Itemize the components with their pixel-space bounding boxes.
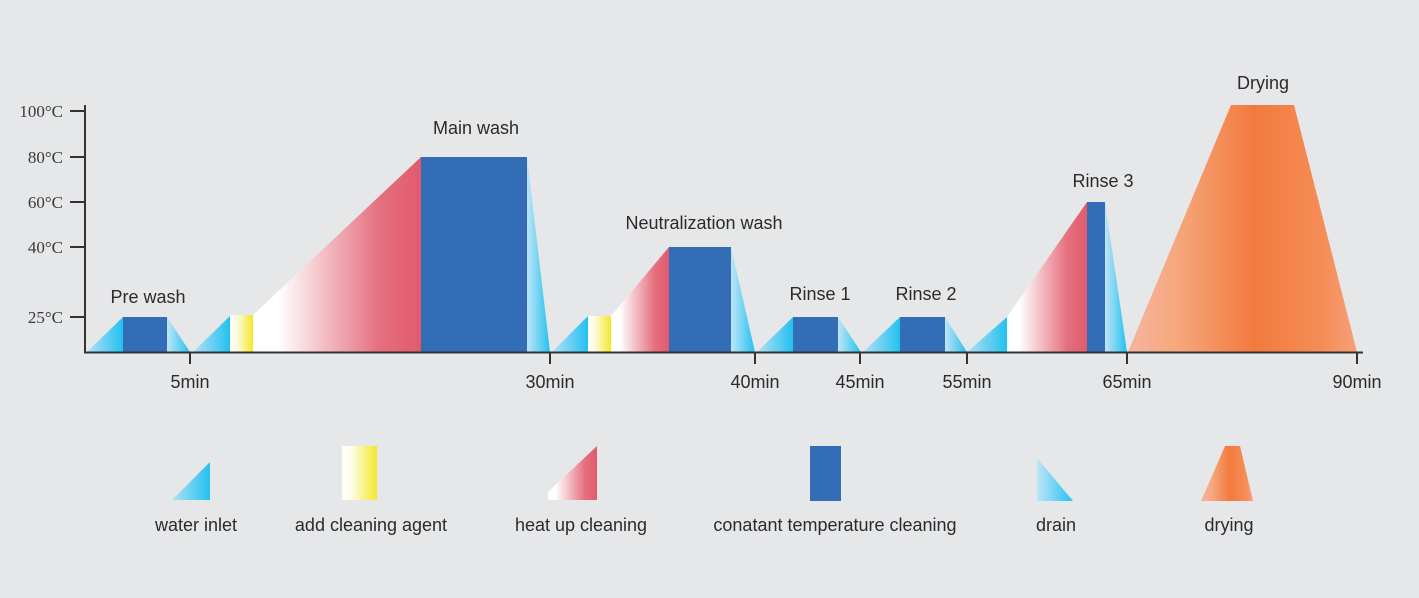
wash-cycle-diagram: 100°C 80°C 60°C 40°C 25°C 5min 30min 40min 45min… (19, 73, 1381, 535)
legend-label: add cleaning agent (295, 515, 447, 535)
y-tick-label: 80°C (28, 148, 63, 167)
legend-label: drain (1036, 515, 1076, 535)
cleaning-agent-shape (230, 315, 253, 352)
water-inlet-shape (757, 317, 793, 352)
x-tick-label: 55min (942, 372, 991, 392)
phase-label: Rinse 1 (789, 284, 850, 304)
constant-temp-icon (810, 446, 841, 501)
heat-up-shape (253, 157, 421, 352)
x-tick-label: 5min (170, 372, 209, 392)
constant-temp-block (123, 317, 167, 352)
constant-temp-block (900, 317, 945, 352)
legend-label: conatant temperature cleaning (713, 515, 956, 535)
cleaning-agent-shape (588, 316, 611, 352)
water-inlet-shape (87, 317, 123, 352)
y-tick-label: 40°C (28, 238, 63, 257)
water-inlet-shape (863, 317, 900, 352)
water-inlet-shape (552, 316, 588, 352)
y-tick-label: 100°C (19, 102, 63, 121)
phase-label: Neutralization wash (625, 213, 782, 233)
heat-up-shape (1007, 202, 1087, 352)
drain-shape (527, 157, 550, 352)
constant-temp-block (1087, 202, 1105, 352)
heat-up-icon (548, 446, 597, 500)
y-tick-label: 25°C (28, 308, 63, 327)
x-tick-label: 90min (1332, 372, 1381, 392)
water-inlet-shape (967, 317, 1007, 352)
phase-label: Rinse 2 (895, 284, 956, 304)
drying-shape (1128, 105, 1357, 352)
constant-temp-block (669, 247, 731, 352)
x-tick-label: 65min (1102, 372, 1151, 392)
drain-icon (1037, 458, 1073, 501)
drain-shape (945, 317, 967, 352)
x-tick-label: 40min (730, 372, 779, 392)
constant-temp-block (421, 157, 527, 352)
drying-icon (1201, 446, 1253, 501)
phase-label: Drying (1237, 73, 1289, 93)
phase-label: Pre wash (110, 287, 185, 307)
x-tick-label: 45min (835, 372, 884, 392)
drain-shape (167, 317, 190, 352)
phase-label: Rinse 3 (1072, 171, 1133, 191)
legend-label: drying (1204, 515, 1253, 535)
legend: water inlet add cleaning agent heat up cle… (154, 446, 1254, 535)
heat-up-shape (611, 247, 669, 352)
water-inlet-shape (193, 316, 230, 352)
x-tick-label: 30min (525, 372, 574, 392)
y-tick-label: 60°C (28, 193, 63, 212)
drain-shape (838, 317, 861, 352)
cleaning-agent-icon (342, 446, 377, 500)
constant-temp-block (793, 317, 838, 352)
drain-shape (1105, 202, 1127, 352)
drain-shape (731, 247, 755, 352)
legend-label: heat up cleaning (515, 515, 647, 535)
legend-label: water inlet (154, 515, 237, 535)
phase-label: Main wash (433, 118, 519, 138)
water-inlet-icon (172, 462, 210, 500)
